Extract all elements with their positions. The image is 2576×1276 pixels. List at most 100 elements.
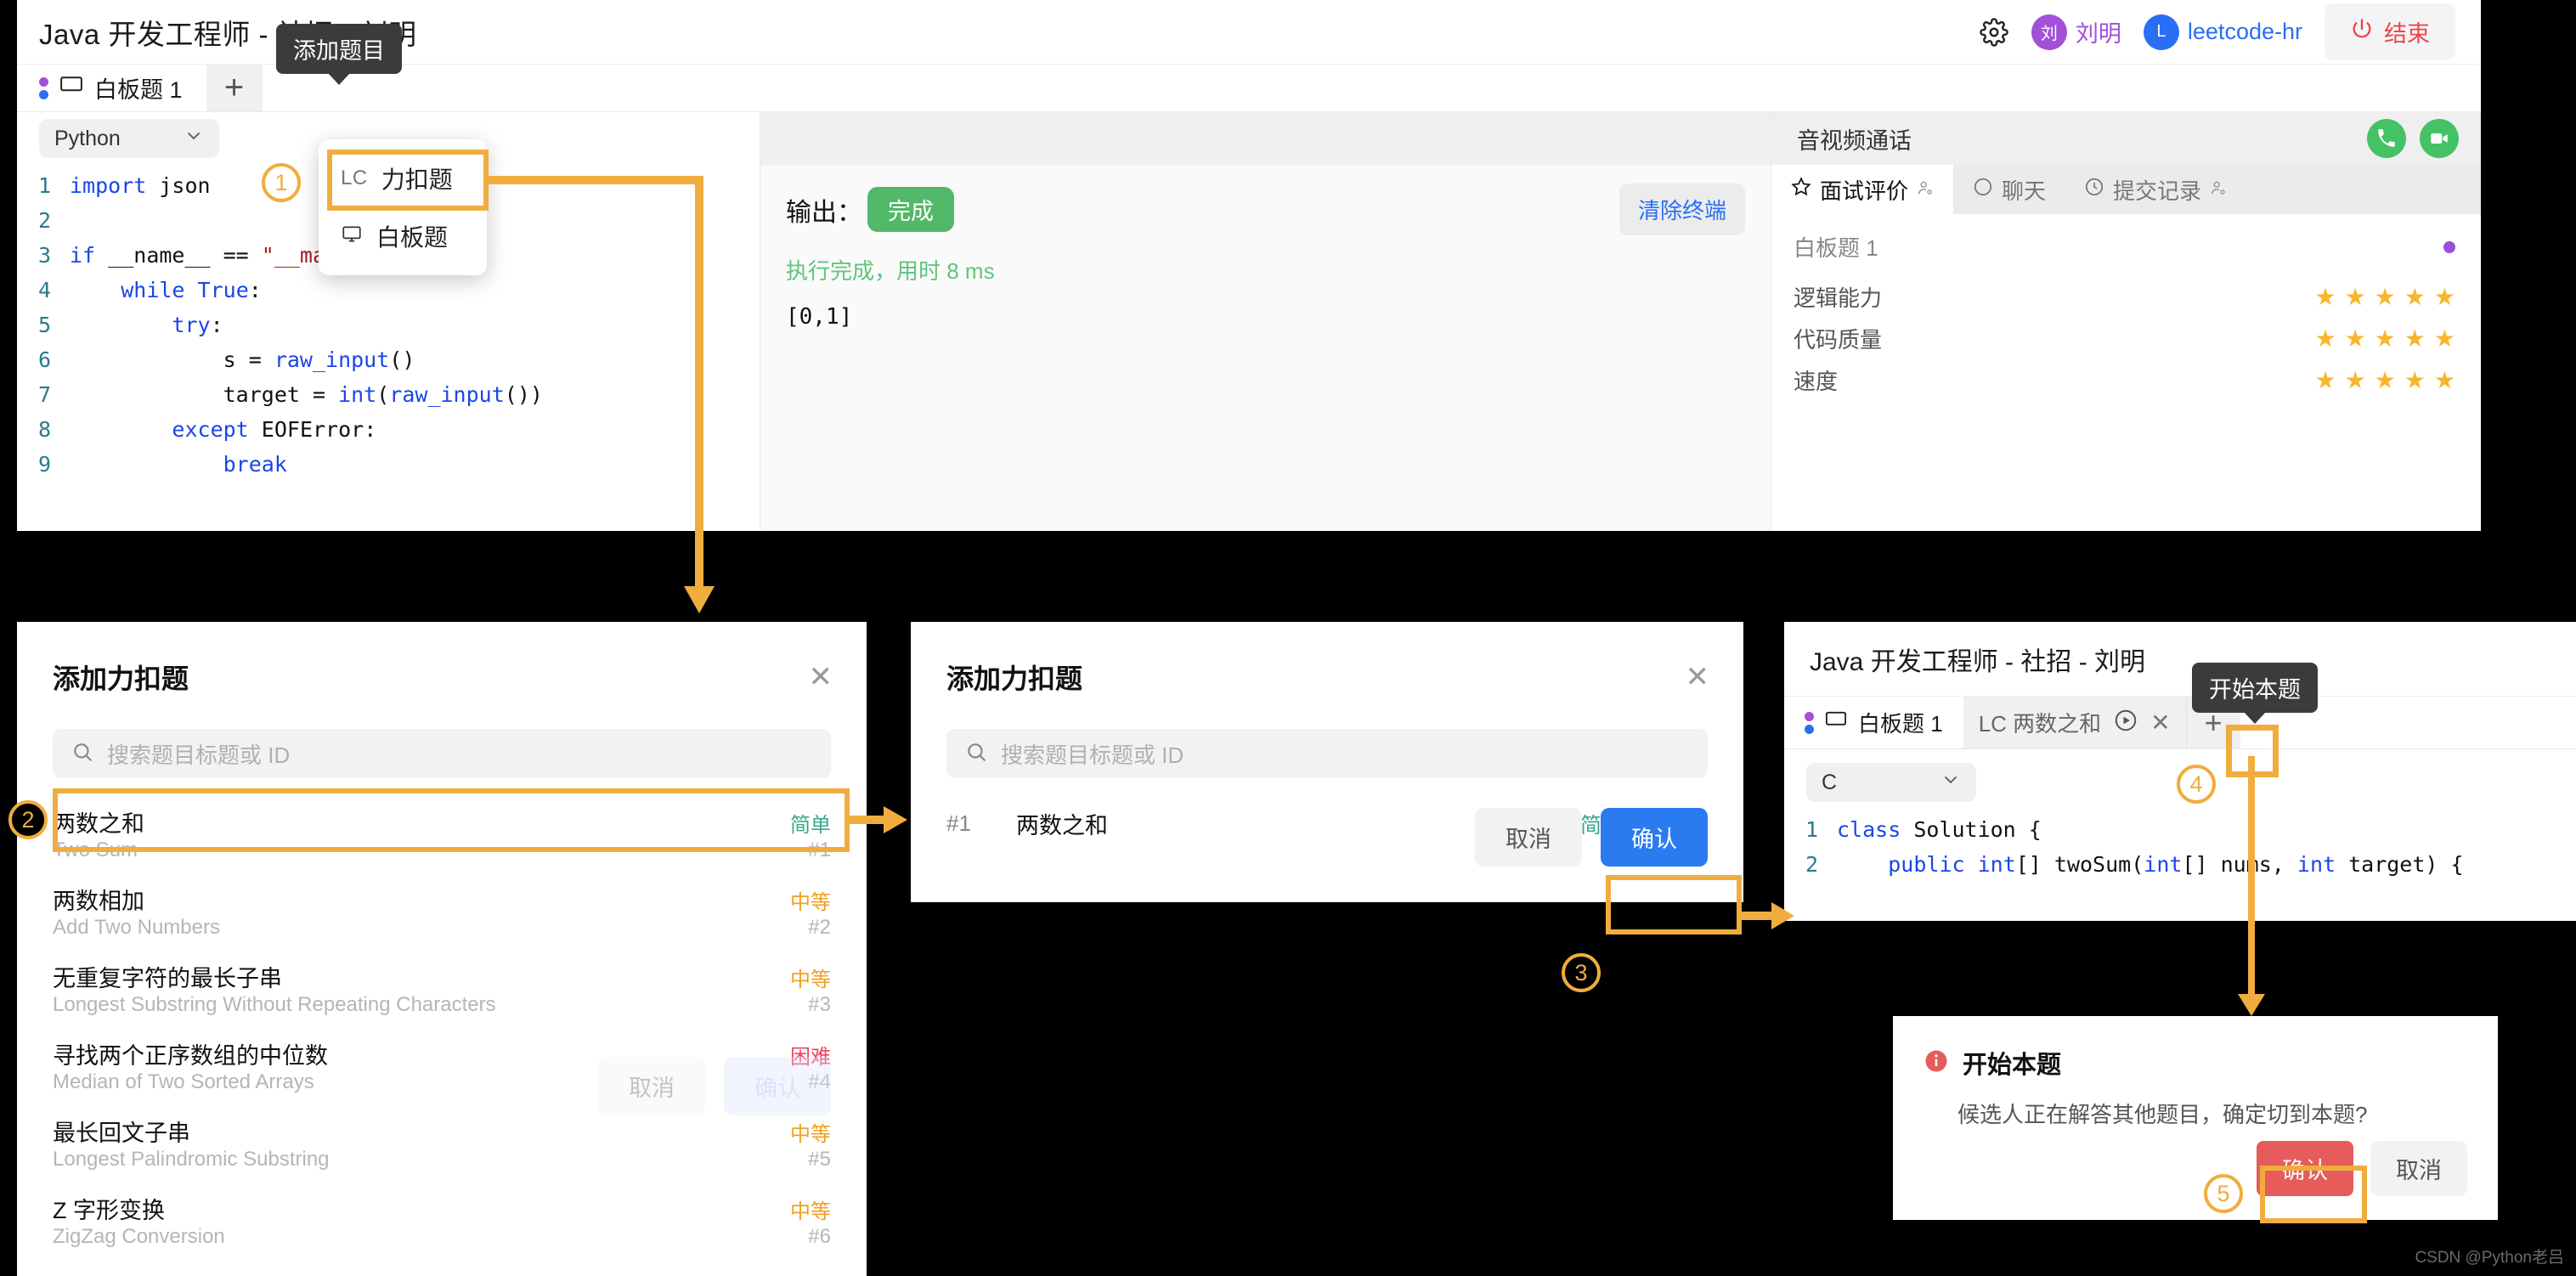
close-icon[interactable]: ✕ [1686,660,1710,694]
line-number: 1 [1805,817,1818,842]
line-text: s = raw_input() [70,347,415,372]
star-rating[interactable]: ★ ★ ★ ★ ★ [2314,325,2455,353]
star-icon[interactable]: ★ [2404,366,2426,394]
tab-label: 聊天 [2002,178,2047,204]
confirm-button[interactable]: 确认 [2257,1141,2353,1196]
line-text: target = int(raw_input()) [70,382,543,407]
gear-icon[interactable] [1979,17,2009,48]
problem-title-en: ZigZag Conversion [53,1225,225,1248]
search-input[interactable]: 搜索题目标题或 ID [53,729,831,778]
dialog-title: 添加力扣题 [53,663,189,694]
cancel-button[interactable]: 取消 [1475,808,1582,867]
end-interview-button[interactable]: 结束 [2325,3,2455,60]
tab-2[interactable]: 提交记录 [2065,165,2246,214]
line-text: try: [172,313,223,337]
confirm-button[interactable]: 确认 [724,1057,831,1115]
line-number: 1 [37,173,51,198]
video-camera-icon[interactable] [2420,119,2459,158]
star-icon[interactable]: ★ [2434,325,2455,353]
tab-lc-label: LC 两数之和 [1978,711,2102,737]
list-item[interactable]: 两数之和 简单 Two Sum #1 [53,793,831,871]
output-header-row: 输出： 完成 清除终端 [760,165,1771,235]
star-icon[interactable]: ★ [2314,366,2336,394]
problem-id: #1 [808,838,831,861]
line-text: while True: [121,278,262,302]
status-dots-icon [1805,711,1814,734]
monitor-icon [341,223,363,251]
problem-id: #3 [808,993,831,1016]
code-line: 7 target = int(raw_input()) [17,377,760,412]
language-select[interactable]: Python [39,119,219,158]
cancel-button[interactable]: 取消 [598,1057,705,1115]
evaluation-tabs: 面试评价 聊天 提交记录 [1771,165,2481,214]
line-text [70,203,82,238]
star-icon[interactable]: ★ [2404,283,2426,311]
code-line: 5 try: [17,308,760,342]
tab-0[interactable]: 面试评价 [1771,165,1954,214]
star-icon[interactable]: ★ [2375,283,2396,311]
star-rating[interactable]: ★ ★ ★ ★ ★ [2314,366,2455,394]
step-marker-4: 4 [2177,765,2216,804]
play-circle-icon[interactable] [2113,708,2138,737]
watermark: CSDN @Python老吕 [2415,1249,2564,1267]
star-icon[interactable]: ★ [2345,366,2366,394]
end-interview-label: 结束 [2384,21,2430,47]
star-icon[interactable]: ★ [2314,325,2336,353]
star-icon[interactable]: ★ [2404,325,2426,353]
star-icon[interactable]: ★ [2345,325,2366,353]
cancel-button[interactable]: 取消 [2370,1141,2467,1196]
user-chip-candidate[interactable]: 刘 刘明 [2031,14,2121,50]
menu-item-leetcode[interactable]: LC 力扣题 [319,150,487,207]
language-select[interactable]: C [1806,763,1976,802]
clear-terminal-button[interactable]: 清除终端 [1618,183,1745,235]
tab-1[interactable]: 聊天 [1953,165,2065,214]
star-rating[interactable]: ★ ★ ★ ★ ★ [2314,283,2455,311]
problem-list: 两数之和 简单 Two Sum #1 两数相加 中等 Add Two Numbers #2 无重… [17,778,867,1257]
phone-icon[interactable] [2367,119,2406,158]
list-item[interactable]: 两数相加 中等 Add Two Numbers #2 [53,871,831,948]
star-icon[interactable]: ★ [2314,283,2336,311]
star-icon[interactable]: ★ [2345,283,2366,311]
output-value: [0,1] [786,304,853,330]
line-text: break [223,452,287,477]
problem-title-en: Add Two Numbers [53,916,220,939]
code-content[interactable]: 1 class Solution {2 public int[] twoSum(i… [1784,802,2576,882]
evaluation-content: 白板题 1 逻辑能力 ★ ★ ★ ★ ★ 代码质量 ★ ★ ★ ★ ★ 速度 ★ ★ ★ ★ ★ [1771,214,2481,401]
star-icon [1790,176,1812,204]
star-icon[interactable]: ★ [2375,366,2396,394]
step-marker-1: 1 [262,163,301,202]
problem-difficulty: 简单 [790,814,831,837]
person-icon [2209,177,2228,203]
confirm-button[interactable]: 确认 [1601,808,1708,867]
tab-whiteboard-label: 白板题 1 [1858,711,1943,737]
dialog-title: 添加力扣题 [946,663,1083,694]
add-question-button[interactable]: + [206,65,263,111]
header-actions: 刘 刘明 L leetcode-hr 结束 [1979,3,2455,60]
line-number: 9 [37,452,51,477]
problem-difficulty: 中等 [790,1123,831,1146]
problem-title-zh: Z 字形变换 [53,1198,165,1223]
close-icon[interactable]: ✕ [809,660,833,694]
user-chip-interviewer[interactable]: L leetcode-hr [2143,14,2302,50]
code-line: 1 class Solution { [1784,812,2576,847]
code-line: 9 break [17,447,760,482]
tab-whiteboard-1[interactable]: 白板题 1 [17,65,206,111]
search-icon [71,741,93,767]
language-select-value: Python [54,126,121,150]
info-icon [1924,1048,1949,1078]
list-item[interactable]: 无重复字符的最长子串 中等 Longest Substring Without Re… [53,948,831,1025]
close-icon[interactable]: ✕ [2150,709,2170,737]
star-icon[interactable]: ★ [2375,325,2396,353]
tab-whiteboard-1[interactable]: 白板题 1 [1784,697,1963,748]
tab-lc-two-sum[interactable]: LC 两数之和 ✕ [1963,697,2186,748]
purple-dot-icon [2443,240,2455,253]
output-label: 输出： [786,198,862,227]
menu-item-whiteboard[interactable]: 白板题 [319,207,487,265]
search-input[interactable]: 搜索题目标题或 ID [946,729,1708,778]
star-icon[interactable]: ★ [2434,283,2455,311]
list-item[interactable]: Z 字形变换 中等 ZigZag Conversion #6 [53,1180,831,1257]
problem-title-zh: 两数之和 [53,811,144,837]
star-icon[interactable]: ★ [2434,366,2455,394]
evaluation-row: 速度 ★ ★ ★ ★ ★ [1794,359,2455,401]
code-line: 2 public int[] twoSum(int[] nums, int ta… [1784,847,2576,882]
